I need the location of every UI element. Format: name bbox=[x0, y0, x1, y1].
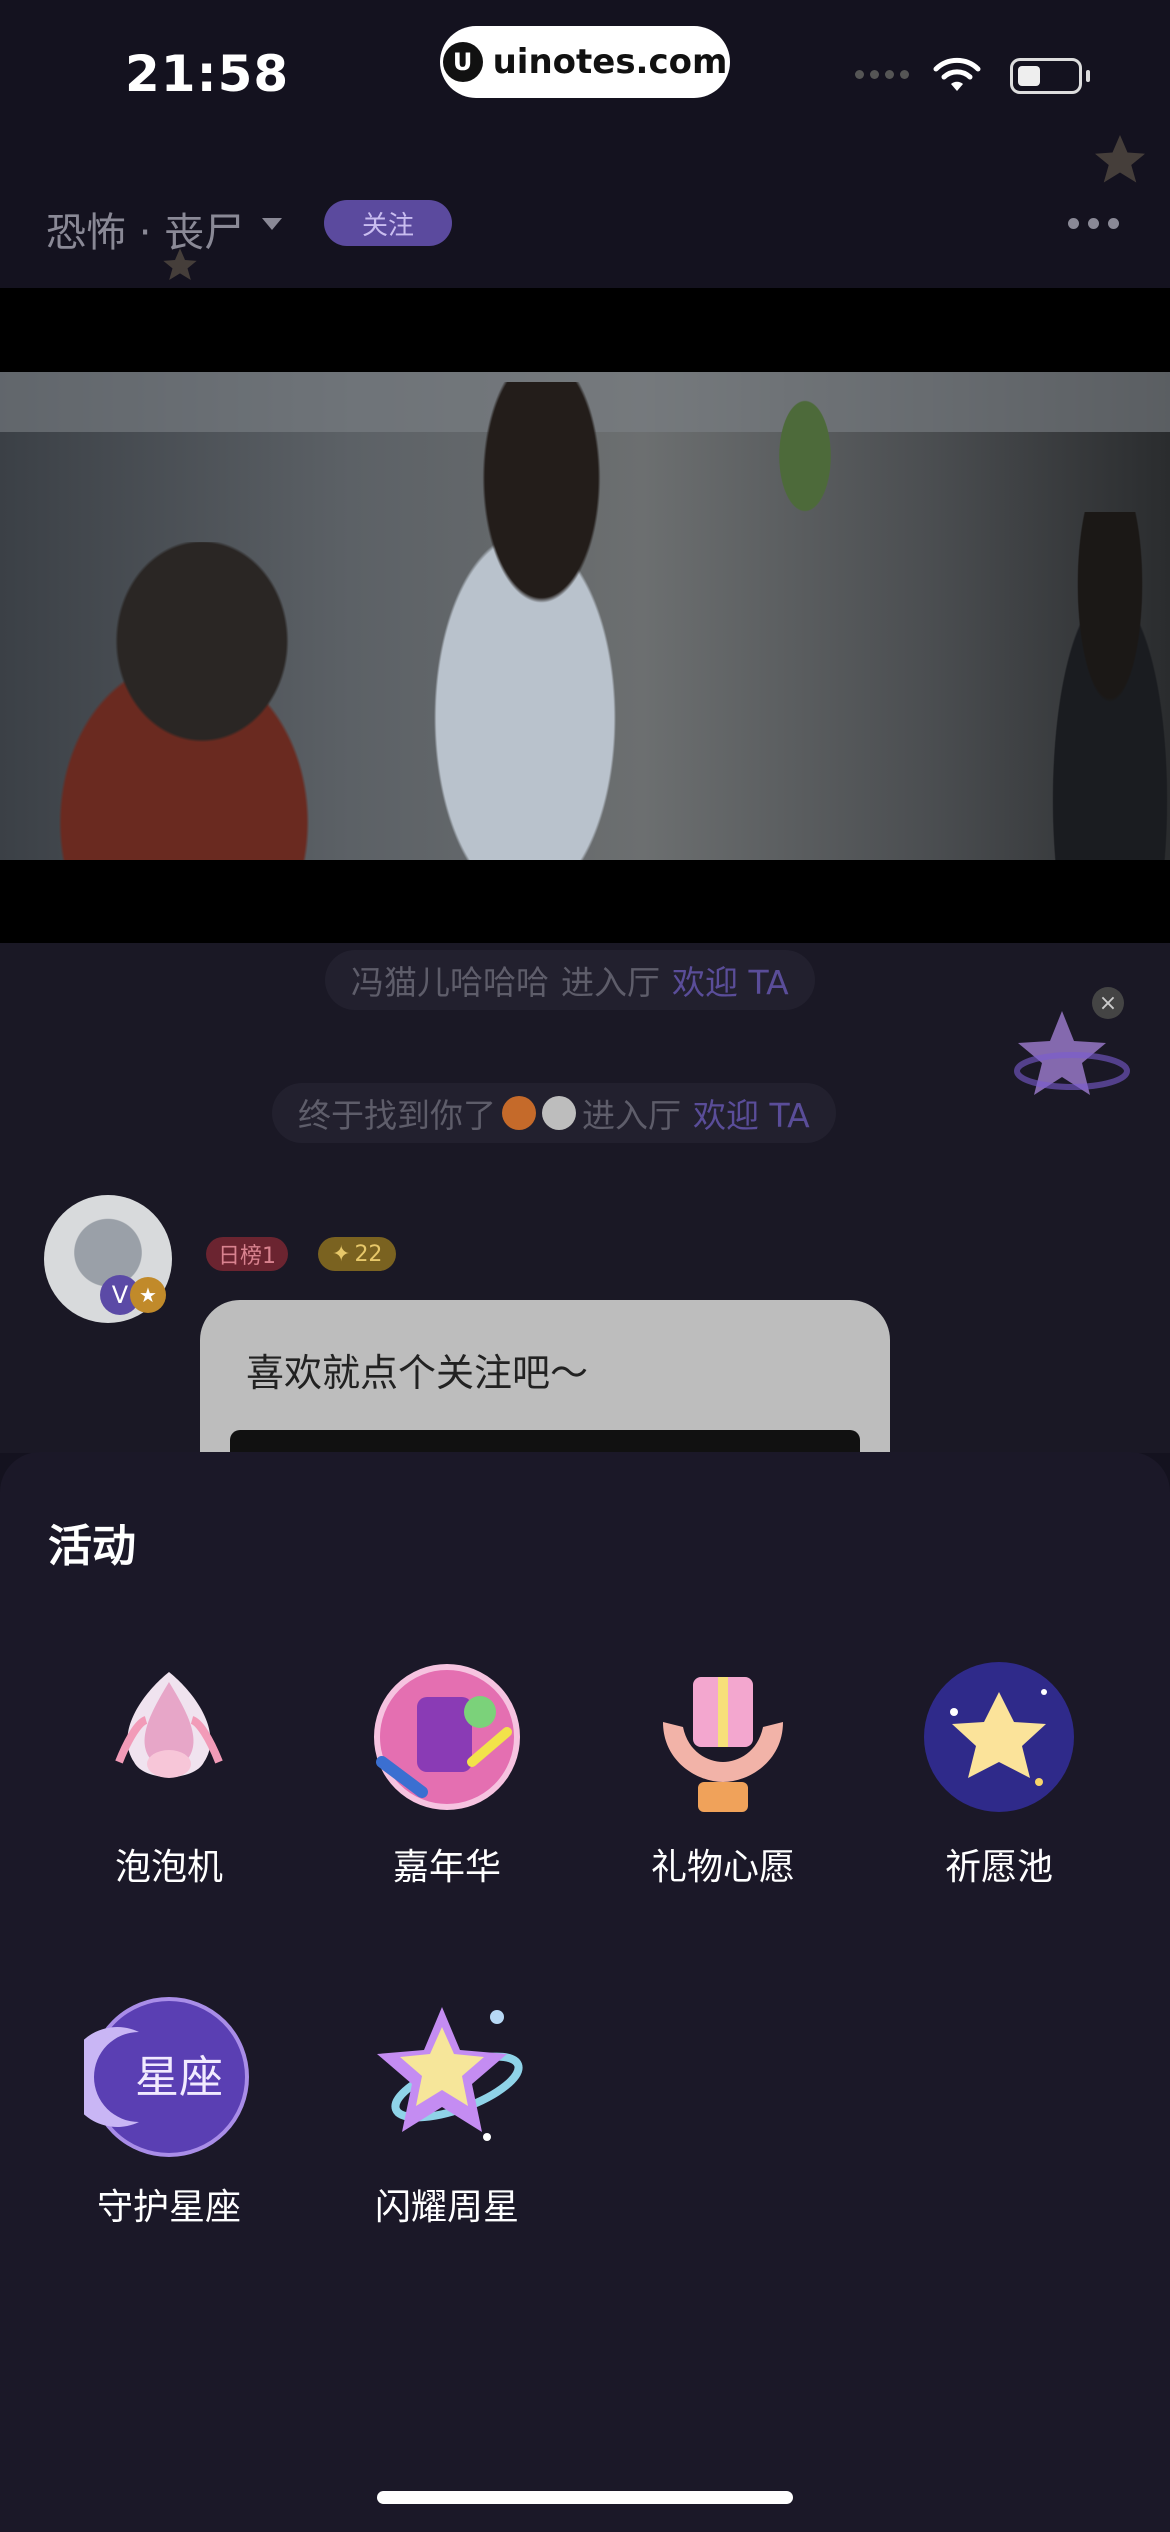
chevron-down-icon[interactable] bbox=[262, 218, 282, 230]
more-options-icon[interactable] bbox=[1068, 218, 1119, 229]
rank-badge: 日榜1 bbox=[206, 1237, 288, 1271]
entry-notice: 终于找到你了 进入厅 欢迎 TA bbox=[272, 1083, 836, 1143]
activity-label: 祈愿池 bbox=[944, 1847, 1053, 1888]
activity-item[interactable]: 泡泡机 bbox=[34, 1652, 304, 1912]
watermark-badge: U uinotes.com bbox=[440, 26, 730, 98]
room-title[interactable]: 恐怖 · 丧尸 bbox=[46, 200, 244, 258]
bubble-machine-icon bbox=[115, 1672, 223, 1778]
level-value: 22 bbox=[354, 1241, 383, 1267]
welcome-link[interactable]: 欢迎 TA bbox=[693, 1089, 810, 1137]
activity-item[interactable]: 嘉年华 bbox=[312, 1652, 582, 1912]
activity-item[interactable]: 星座 守护星座 bbox=[34, 1992, 304, 2252]
close-icon[interactable]: × bbox=[1092, 987, 1124, 1019]
wishing-pool-icon bbox=[924, 1662, 1074, 1812]
entry-notice: 冯猫儿哈哈哈 进入厅 欢迎 TA bbox=[325, 950, 815, 1010]
activity-item[interactable]: 祈愿池 bbox=[864, 1652, 1134, 1912]
star-badge-icon: ★ bbox=[130, 1277, 166, 1313]
sheet-title: 活动 bbox=[48, 1521, 136, 1572]
notice-user-name: 冯猫儿哈哈哈 bbox=[351, 963, 549, 1002]
room-header: 恐怖 · 丧尸 关注 bbox=[0, 180, 1170, 280]
weekly-star-floating-icon[interactable] bbox=[1002, 1001, 1132, 1121]
level-badge: ✦ 22 bbox=[318, 1237, 397, 1271]
activity-label: 嘉年华 bbox=[392, 1847, 501, 1888]
activity-label: 礼物心愿 bbox=[650, 1847, 795, 1888]
activity-label: 守护星座 bbox=[96, 2187, 241, 2228]
status-bar: 21:58 U uinotes.com bbox=[0, 0, 1170, 140]
video-player[interactable] bbox=[0, 288, 1170, 943]
activity-sheet: 活动 泡泡机 嘉年华 礼物心愿 祈愿池 星座 守护星座 闪耀周星 bbox=[0, 1452, 1170, 2532]
watermark-logo-icon: U bbox=[442, 42, 483, 82]
activity-item[interactable]: 礼物心愿 bbox=[588, 1652, 858, 1912]
shrimp-emoji-icon bbox=[502, 1096, 536, 1130]
activity-item[interactable]: 闪耀周星 bbox=[312, 1992, 582, 2252]
rice-emoji-icon bbox=[542, 1096, 576, 1130]
carnival-icon bbox=[374, 1664, 520, 1810]
chat-bubble-text: 喜欢就点个关注吧～ bbox=[246, 1351, 589, 1395]
battery-icon bbox=[1010, 58, 1082, 94]
follow-button[interactable]: 关注 bbox=[324, 200, 452, 246]
svg-text:星座: 星座 bbox=[135, 2052, 223, 2103]
watermark-text: uinotes.com bbox=[492, 42, 728, 82]
video-frame bbox=[0, 372, 1170, 860]
activity-label: 闪耀周星 bbox=[374, 2187, 519, 2228]
weekly-star-icon bbox=[377, 2007, 523, 2141]
home-indicator[interactable] bbox=[377, 2491, 793, 2504]
notice-action: 进入厅 bbox=[582, 1096, 681, 1135]
level-star-icon: ✦ bbox=[332, 1241, 351, 1267]
welcome-link[interactable]: 欢迎 TA bbox=[672, 956, 789, 1004]
guardian-constellation-icon: 星座 bbox=[84, 1997, 249, 2157]
cellular-signal-icon bbox=[855, 70, 909, 79]
activity-label: 泡泡机 bbox=[114, 1847, 223, 1888]
notice-action: 进入厅 bbox=[561, 963, 660, 1002]
wifi-icon bbox=[933, 57, 981, 91]
notice-user-name: 终于找到你了 bbox=[298, 1096, 496, 1135]
status-time: 21:58 bbox=[125, 45, 290, 103]
chat-area: 冯猫儿哈哈哈 进入厅 欢迎 TA 终于找到你了 进入厅 欢迎 TA × V ★ … bbox=[0, 943, 1170, 1510]
gift-wish-icon bbox=[663, 1677, 783, 1812]
